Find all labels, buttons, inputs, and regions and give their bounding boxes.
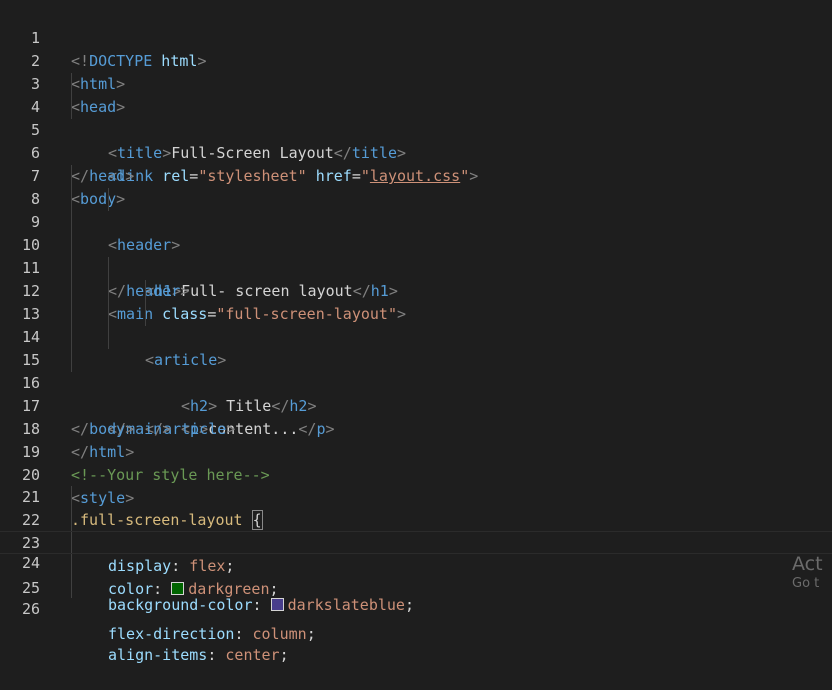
code-line[interactable]: 9 <h1>Full- screen layout</h1> [0, 188, 832, 300]
code-text: align-items: center; [108, 646, 289, 664]
code-line[interactable]: 21 .full-screen-layout { [0, 463, 832, 530]
indent-guide [71, 188, 72, 211]
code-line[interactable]: 8 <header> [0, 165, 832, 254]
code-editor[interactable]: 1 <!DOCTYPE html> 2 <html> 3 <head> 4 <t… [0, 0, 832, 664]
indent-guide [108, 257, 109, 280]
code-line[interactable]: 4 <title>Full-Screen Layout</title> [0, 73, 832, 162]
code-line[interactable]: 17 </body> [0, 372, 832, 438]
code-line[interactable]: 16 </main> [0, 349, 832, 438]
code-line[interactable]: 1 <!DOCTYPE html> [0, 4, 832, 70]
indent-guide [71, 211, 72, 234]
code-line[interactable]: 3 <head> [0, 50, 832, 116]
code-line[interactable]: 18 </html> [0, 395, 832, 461]
code-text: background-color: darkslateblue; [108, 596, 414, 614]
indent-guide [108, 188, 109, 211]
code-line[interactable]: 14 <p>content...</p> [0, 303, 832, 438]
indent-guide [71, 257, 72, 280]
activation-watermark: Act Go t [792, 552, 832, 592]
code-line[interactable]: 13 <h2> Title</h2> [0, 280, 832, 415]
indent-guide [71, 486, 72, 509]
watermark-line-2: Go t [792, 576, 820, 591]
code-line[interactable]: 11 <main class="full-screen-layout"> [0, 234, 832, 323]
indent-guide [71, 280, 72, 303]
code-line[interactable]: 2 <html> [0, 27, 832, 93]
code-line[interactable]: 12 <article> [0, 257, 832, 369]
indent-guide [108, 303, 109, 326]
indent-guide [71, 73, 72, 96]
indent-guide [145, 280, 146, 303]
code-text: flex-direction: column; [108, 625, 316, 643]
code-line[interactable]: 7 <body> [0, 142, 832, 208]
indent-guide [145, 303, 146, 326]
indent-guide [108, 280, 109, 303]
code-line[interactable]: 22 display: flex; [0, 486, 832, 575]
indent-guide [71, 165, 72, 188]
code-line[interactable]: 20 <style> [0, 441, 832, 507]
indent-guide [71, 349, 72, 372]
indent-guide [108, 326, 109, 349]
indent-guide [71, 303, 72, 326]
code-line[interactable]: 10 </header> [0, 211, 832, 300]
code-line[interactable]: 23 color: darkgreen; [0, 509, 832, 598]
indent-guide [71, 234, 72, 257]
indent-guide [71, 575, 72, 598]
code-line[interactable]: 25 flex-direction: column; [0, 554, 832, 643]
code-line[interactable]: 6 </head> [0, 119, 832, 185]
code-line[interactable]: 15 </article> [0, 326, 832, 438]
code-line[interactable]: 19 <!--Your style here--> [0, 418, 832, 484]
indent-guide [71, 554, 72, 577]
indent-guide [71, 532, 72, 553]
line-number: 26 [21, 600, 40, 618]
code-line[interactable]: 5 <link rel="stylesheet" href="layout.cs… [0, 96, 832, 185]
color-swatch-darkslateblue[interactable] [270, 598, 284, 611]
indent-guide [71, 326, 72, 349]
watermark-line-1: Act [792, 553, 823, 575]
code-line-current[interactable]: 24 background-color: darkslateblue; [0, 531, 832, 614]
indent-guide [71, 509, 72, 532]
indent-guide [71, 96, 72, 119]
code-line[interactable]: 26 align-items: center; [0, 575, 832, 664]
